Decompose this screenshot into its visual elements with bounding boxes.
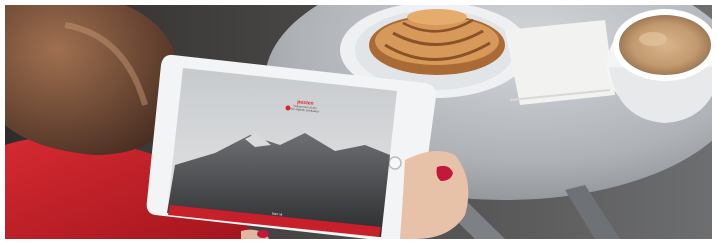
coffee-foam: [619, 15, 711, 75]
napkin: [505, 20, 615, 105]
cafe-photo-scene: posten Velkommen til din nye digitale po…: [5, 5, 712, 239]
hair: [5, 5, 180, 155]
tablet: [146, 54, 437, 239]
home-button-icon: [388, 156, 402, 170]
